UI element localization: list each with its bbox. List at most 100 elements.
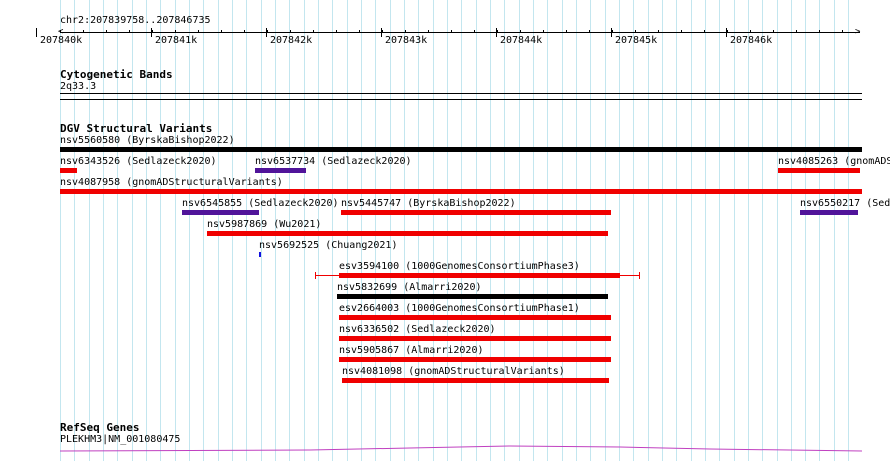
ruler-tick	[36, 28, 37, 37]
ruler-minor-tick	[428, 30, 429, 33]
ruler-minor-tick	[152, 30, 153, 33]
variant-bar[interactable]	[207, 231, 608, 236]
variant-bar[interactable]	[60, 189, 862, 194]
variant-bar[interactable]	[342, 378, 609, 383]
ruler-tick-label: 207840k	[40, 35, 83, 46]
ruler-minor-tick	[336, 30, 337, 33]
variant-bar[interactable]	[60, 168, 77, 173]
ruler-tick-label: 207843k	[385, 35, 428, 46]
cytoband-label: 2q33.3	[60, 81, 97, 92]
grid-line	[189, 0, 190, 461]
variant-bar[interactable]	[182, 210, 259, 215]
ruler-minor-tick	[290, 30, 291, 33]
grid-line	[691, 0, 692, 461]
genome-browser: chr2:207839758..207846735 < > 207840k207…	[0, 0, 890, 461]
ruler-minor-tick	[750, 30, 751, 33]
variant-bar[interactable]	[259, 252, 261, 257]
grid-line	[203, 0, 204, 461]
variant-label: nsv4085263 (gnomADS	[778, 156, 890, 167]
ruler-minor-tick	[566, 30, 567, 33]
ruler-tick-label: 207841k	[155, 35, 198, 46]
ruler-minor-tick	[221, 30, 222, 33]
ruler-right-arrow: >	[855, 27, 861, 37]
variant-label: nsv5987869 (Wu2021)	[207, 219, 322, 230]
variant-label: nsv6336502 (Sedlazeck2020)	[339, 324, 496, 335]
variant-label: nsv4087958 (gnomADStructuralVariants)	[60, 177, 283, 188]
ruler-tick-label: 207842k	[270, 35, 313, 46]
variant-bar[interactable]	[339, 336, 611, 341]
ruler-minor-tick	[520, 30, 521, 33]
variant-bar[interactable]	[337, 294, 608, 299]
variant-label: esv2664003 (1000GenomesConsortiumPhase1)	[339, 303, 580, 314]
ruler-minor-tick	[819, 30, 820, 33]
ruler-minor-tick	[359, 30, 360, 33]
variant-bar[interactable]	[800, 210, 858, 215]
ruler-minor-tick	[474, 30, 475, 33]
ruler-minor-tick	[543, 30, 544, 33]
variant-bar[interactable]	[778, 168, 860, 173]
grid-line	[819, 0, 820, 461]
ruler-minor-tick	[658, 30, 659, 33]
variant-bar[interactable]	[341, 210, 611, 215]
ruler-range-label: chr2:207839758..207846735	[60, 15, 211, 26]
ruler-minor-tick	[727, 30, 728, 33]
variant-label: nsv6550217 (Sed	[800, 198, 890, 209]
ruler-minor-tick	[589, 30, 590, 33]
ruler-axis	[60, 32, 860, 33]
ruler-minor-tick	[83, 30, 84, 33]
grid-line	[834, 0, 835, 461]
variant-label: esv3594100 (1000GenomesConsortiumPhase3)	[339, 261, 580, 272]
cytoband-track-title[interactable]: Cytogenetic Bands	[60, 68, 173, 81]
ruler-minor-tick	[612, 30, 613, 33]
variant-label: nsv6537734 (Sedlazeck2020)	[255, 156, 412, 167]
grid-line	[762, 0, 763, 461]
ruler-minor-tick	[313, 30, 314, 33]
ruler-minor-tick	[704, 30, 705, 33]
grid-line	[734, 0, 735, 461]
variant-label: nsv5445747 (ByrskaBishop2022)	[341, 198, 516, 209]
grid-line	[619, 0, 620, 461]
grid-line	[748, 0, 749, 461]
variant-bar[interactable]	[339, 357, 611, 362]
ruler-minor-tick	[175, 30, 176, 33]
ruler-tick-label: 207845k	[615, 35, 658, 46]
variant-label: nsv5832699 (Almarri2020)	[337, 282, 482, 293]
ruler-minor-tick	[267, 30, 268, 33]
dgv-track-title[interactable]: DGV Structural Variants	[60, 122, 212, 135]
variant-label: nsv4081098 (gnomADStructuralVariants)	[342, 366, 565, 377]
ruler-minor-tick	[451, 30, 452, 33]
grid-line	[633, 0, 634, 461]
gene-model[interactable]	[60, 440, 862, 456]
variant-label: nsv5560580 (ByrskaBishop2022)	[60, 135, 235, 146]
grid-line	[777, 0, 778, 461]
variant-bar[interactable]	[339, 315, 611, 320]
refseq-track-title[interactable]: RefSeq Genes	[60, 421, 139, 434]
variant-bar[interactable]	[60, 147, 862, 152]
ruler-minor-tick	[842, 30, 843, 33]
grid-line	[848, 0, 849, 461]
ruler-minor-tick	[382, 30, 383, 33]
grid-line	[805, 0, 806, 461]
ruler-minor-tick	[405, 30, 406, 33]
variant-label: nsv6545855 (Sedlazeck2020)	[182, 198, 339, 209]
ruler-minor-tick	[129, 30, 130, 33]
ruler-minor-tick	[635, 30, 636, 33]
ruler-minor-tick	[681, 30, 682, 33]
cytoband-bottom-border	[60, 99, 862, 100]
variant-label: nsv5692525 (Chuang2021)	[259, 240, 398, 251]
ruler-minor-tick	[60, 30, 61, 33]
ruler-tick-label: 207844k	[500, 35, 543, 46]
ruler-minor-tick	[796, 30, 797, 33]
variant-bar[interactable]	[255, 168, 306, 173]
grid-line	[175, 0, 176, 461]
variant-label: nsv5905867 (Almarri2020)	[339, 345, 484, 356]
ruler-tick-label: 207846k	[730, 35, 773, 46]
variant-label: nsv6343526 (Sedlazeck2020)	[60, 156, 217, 167]
grid-line	[705, 0, 706, 461]
ruler-minor-tick	[198, 30, 199, 33]
variant-whisker-cap	[639, 272, 640, 279]
grid-line	[791, 0, 792, 461]
cytoband-top-border	[60, 93, 862, 94]
ruler-minor-tick	[497, 30, 498, 33]
variant-whisker	[315, 275, 639, 276]
